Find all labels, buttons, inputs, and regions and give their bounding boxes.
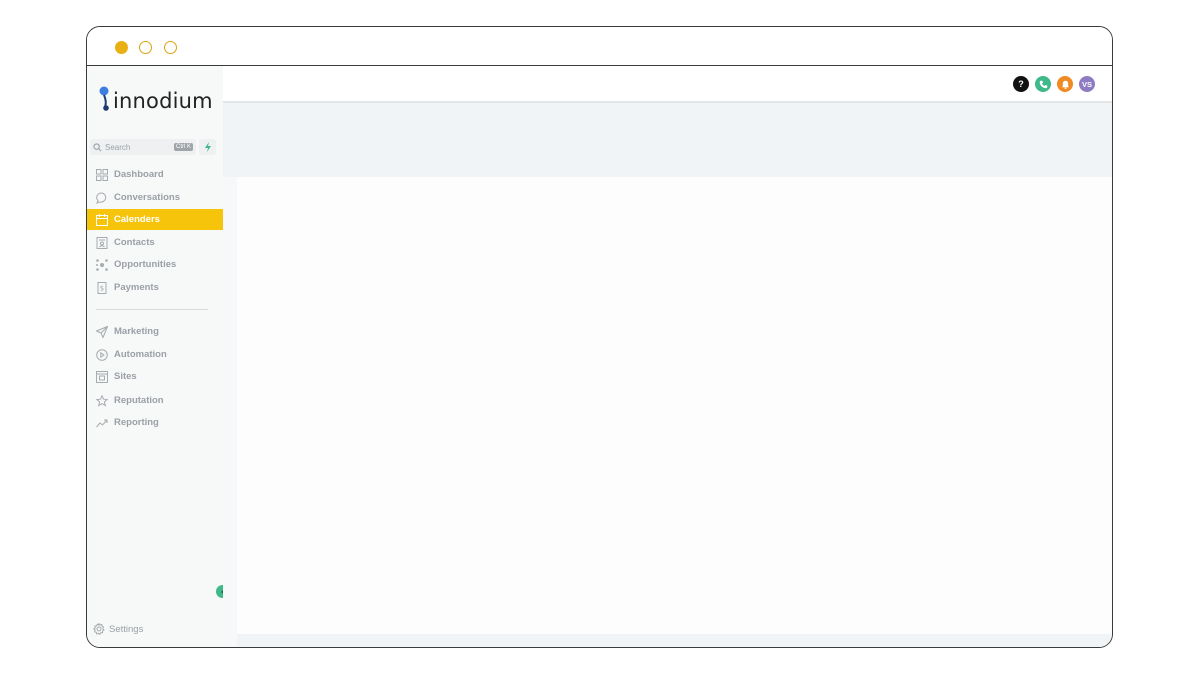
chat-bubble-icon (95, 191, 108, 204)
search-shortcut-badge: Ctrl K (174, 143, 193, 151)
sidebar-item-opportunities[interactable]: Opportunities (87, 254, 223, 275)
sidebar-item-label: Conversations (114, 192, 180, 203)
sidebar-divider (96, 309, 208, 310)
sidebar-item-calenders[interactable]: Calenders (87, 209, 223, 230)
gear-icon (93, 623, 105, 635)
play-circle-icon (95, 348, 108, 361)
content-gutter (223, 177, 237, 647)
user-avatar[interactable]: VS (1079, 76, 1095, 92)
content-footer-area (237, 634, 1112, 647)
main-content-area (237, 177, 1112, 634)
logo-mark-icon (98, 85, 112, 118)
phone-icon (1039, 80, 1048, 89)
sidebar-item-sites[interactable]: Sites (87, 366, 223, 387)
settings-label: Settings (109, 623, 144, 635)
sidebar-item-label: Reputation (114, 395, 164, 406)
top-header-bar: ? VS (223, 66, 1112, 103)
bell-icon (1061, 80, 1070, 89)
window-maximize-button[interactable] (164, 41, 177, 54)
send-icon (95, 325, 108, 338)
sidebar-item-label: Automation (114, 349, 167, 360)
app-window: innodium Search Ctrl K Dashboard Convers… (86, 26, 1113, 648)
sidebar-item-contacts[interactable]: Contacts (87, 232, 223, 253)
sidebar-item-label: Opportunities (114, 259, 177, 270)
sidebar-item-label: Dashboard (114, 169, 164, 180)
sidebar-item-marketing[interactable]: Marketing (87, 321, 223, 342)
trend-icon (95, 416, 108, 429)
receipt-icon: $ (95, 281, 108, 294)
sidebar-item-label: Contacts (114, 237, 155, 248)
brand-name: innodium (113, 89, 213, 113)
sidebar-item-payments[interactable]: $ Payments (87, 277, 223, 298)
sidebar-item-label: Calenders (114, 214, 160, 225)
lightning-bolt-icon (204, 142, 212, 152)
sidebar-item-dashboard[interactable]: Dashboard (87, 164, 223, 185)
window-titlebar (87, 27, 1112, 66)
sidebar-item-conversations[interactable]: Conversations (87, 187, 223, 208)
calendar-icon (95, 213, 108, 226)
quick-actions-button[interactable] (199, 139, 216, 155)
page-header-area (223, 103, 1112, 177)
grid-icon (95, 168, 108, 181)
sidebar-item-reporting[interactable]: Reporting (87, 412, 223, 433)
sidebar-item-label: Sites (114, 371, 137, 382)
window-close-button[interactable] (115, 41, 128, 54)
sidebar-item-automation[interactable]: Automation (87, 344, 223, 365)
search-icon (93, 142, 102, 152)
sidebar-item-label: Marketing (114, 326, 159, 337)
avatar-initials: VS (1081, 79, 1092, 89)
sidebar-item-reputation[interactable]: Reputation (87, 390, 223, 411)
brand-logo[interactable]: innodium (98, 86, 213, 116)
search-placeholder: Search (105, 142, 131, 152)
settings-link[interactable]: Settings (93, 623, 143, 635)
sidebar-item-label: Reporting (114, 417, 159, 428)
notifications-button[interactable] (1057, 76, 1073, 92)
question-mark-icon: ? (1018, 79, 1024, 89)
help-button[interactable]: ? (1013, 76, 1029, 92)
network-icon (95, 258, 108, 271)
star-icon (95, 394, 108, 407)
svg-text:$: $ (99, 284, 103, 292)
sidebar: innodium Search Ctrl K Dashboard Convers… (87, 66, 223, 647)
site-icon (95, 370, 108, 383)
phone-button[interactable] (1035, 76, 1051, 92)
sidebar-item-label: Payments (114, 282, 159, 293)
search-input[interactable]: Search Ctrl K (90, 139, 196, 155)
window-minimize-button[interactable] (139, 41, 152, 54)
contacts-icon (95, 236, 108, 249)
